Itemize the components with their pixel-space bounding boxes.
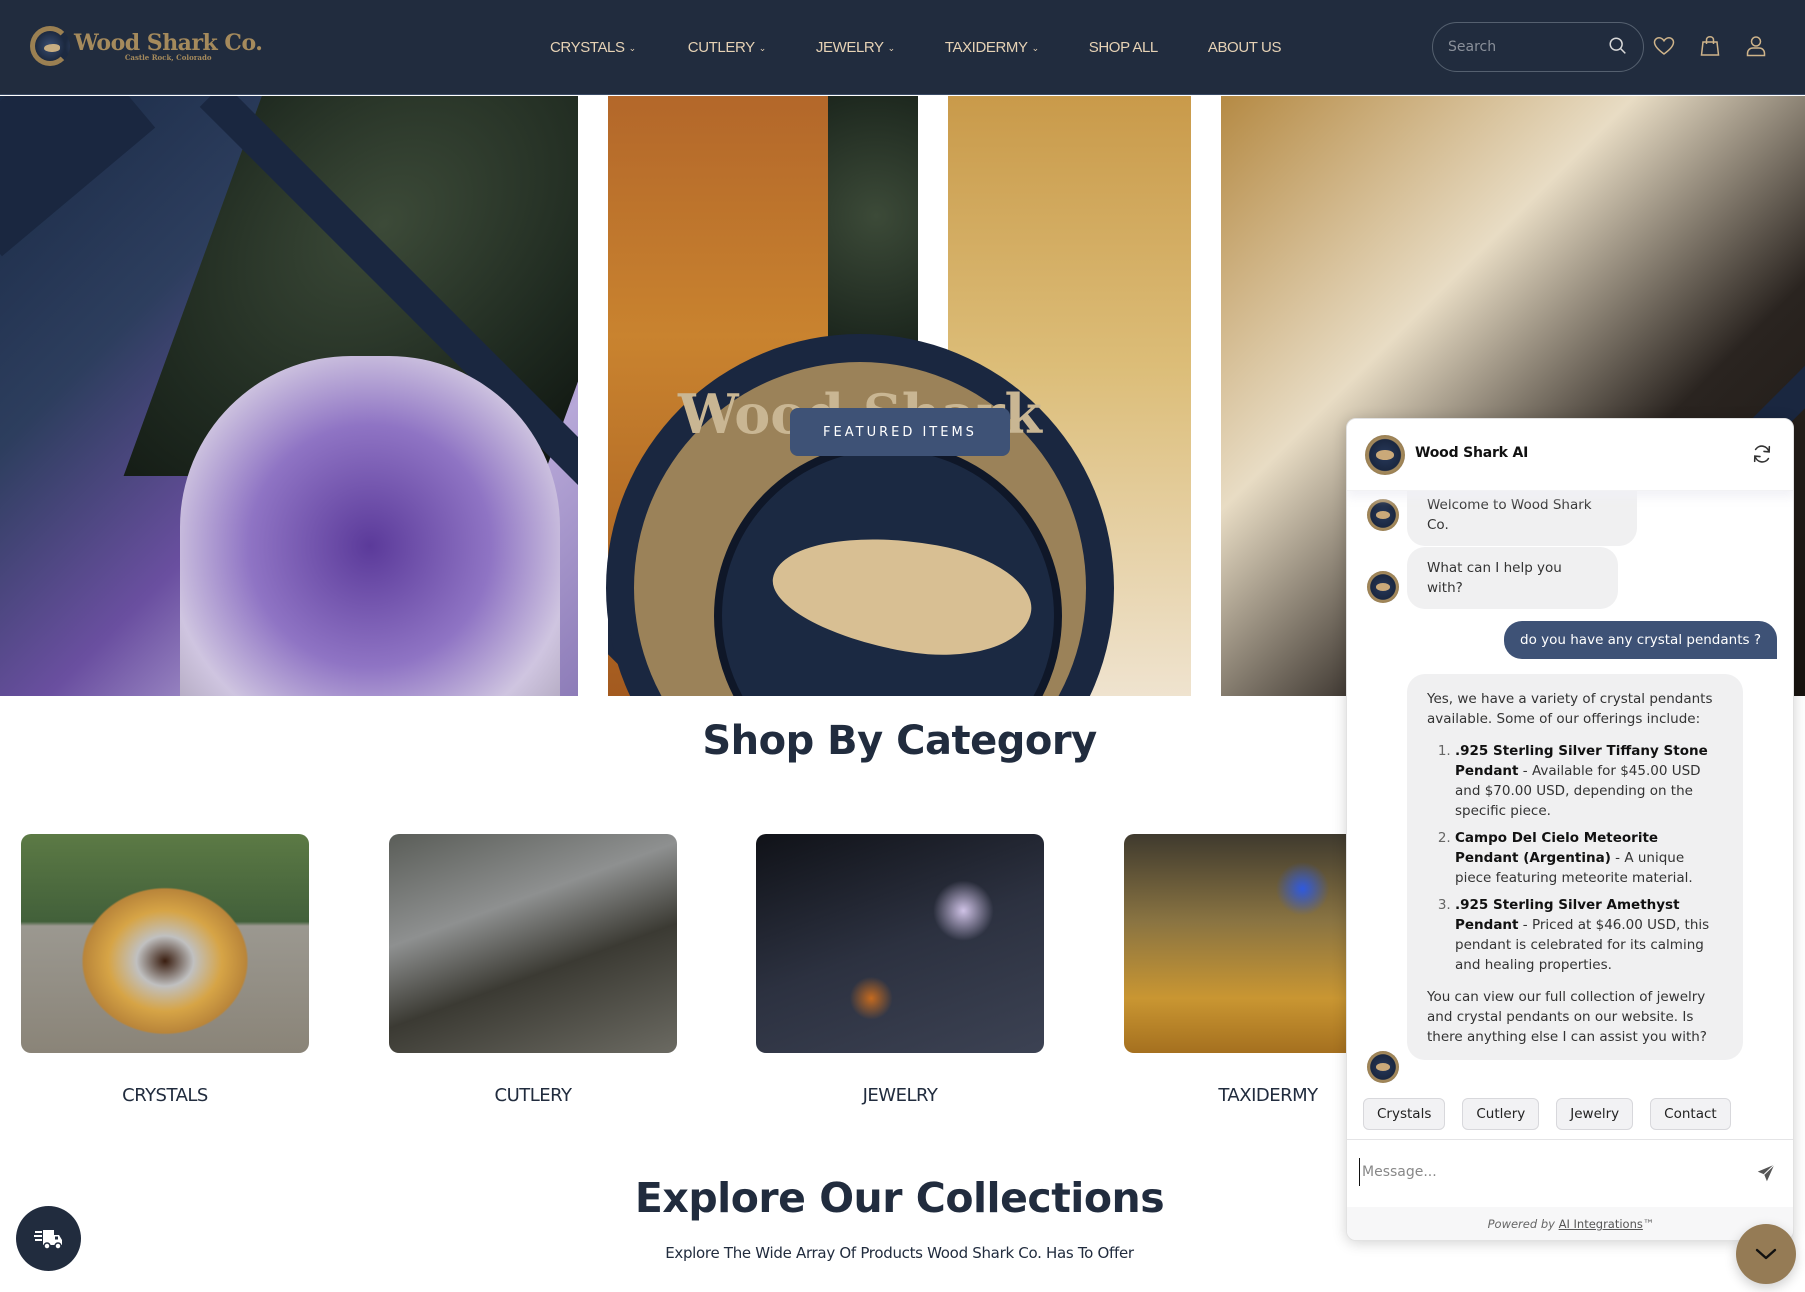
chat-toggle-button[interactable] xyxy=(1736,1224,1796,1284)
refresh-icon[interactable] xyxy=(1751,443,1773,465)
shark-icon xyxy=(764,518,1040,672)
category-card-cutlery[interactable] xyxy=(389,834,677,1053)
category-card-crystals[interactable] xyxy=(21,834,309,1053)
chevron-down-icon: ⌄ xyxy=(758,43,767,53)
nav-crystals[interactable]: CRYSTALS ⌄ xyxy=(550,39,636,56)
site-header: Wood Shark Co. Castle Rock, Colorado CRY… xyxy=(0,0,1805,95)
chat-header: Wood Shark AI xyxy=(1347,419,1793,491)
main-nav: CRYSTALS ⌄ CUTLERY ⌄ JEWELRY ⌄ TAXIDERMY… xyxy=(550,0,1331,95)
bot-message: Yes, we have a variety of crystal pendan… xyxy=(1407,674,1743,1060)
chevron-down-icon: ⌄ xyxy=(628,43,637,53)
chat-composer xyxy=(1347,1139,1793,1207)
category-label-cutlery[interactable]: CUTLERY xyxy=(389,1085,677,1106)
bot-message: What can I help you with? xyxy=(1407,547,1618,609)
bot-message: Welcome to Wood Shark Co. xyxy=(1407,483,1637,546)
nav-shop-all[interactable]: SHOP ALL xyxy=(1089,39,1158,56)
quick-reply-cutlery[interactable]: Cutlery xyxy=(1462,1098,1540,1130)
heart-icon[interactable] xyxy=(1652,33,1676,59)
product-list: .925 Sterling Silver Tiffany Stone Penda… xyxy=(1427,741,1723,975)
chevron-down-icon: ⌄ xyxy=(887,43,896,53)
hero-panel-crystals[interactable] xyxy=(0,96,578,696)
delivery-button[interactable] xyxy=(16,1206,81,1271)
quick-reply-jewelry[interactable]: Jewelry xyxy=(1556,1098,1634,1130)
ai-integrations-link[interactable]: AI Integrations xyxy=(1559,1217,1643,1231)
chat-title: Wood Shark AI xyxy=(1415,445,1529,461)
send-icon[interactable] xyxy=(1755,1162,1777,1184)
quick-replies: Crystals Cutlery Jewelry Contact xyxy=(1363,1098,1748,1130)
product-list-item: Campo Del Cielo Meteorite Pendant (Argen… xyxy=(1455,828,1723,888)
search-input[interactable] xyxy=(1448,39,1598,55)
chevron-down-icon xyxy=(1755,1248,1777,1260)
featured-items-button[interactable]: FEATURED ITEMS xyxy=(790,408,1010,456)
nav-about-us[interactable]: ABOUT US xyxy=(1208,39,1282,56)
category-card-jewelry[interactable] xyxy=(756,834,1044,1053)
bot-avatar xyxy=(1367,571,1399,603)
shopping-bag-icon[interactable] xyxy=(1698,33,1722,59)
nav-jewelry[interactable]: JEWELRY ⌄ xyxy=(816,39,895,56)
user-message: do you have any crystal pendants ? xyxy=(1504,621,1777,659)
user-icon[interactable] xyxy=(1744,33,1768,59)
chat-messages[interactable]: Welcome to Wood Shark Co. What can I hel… xyxy=(1347,483,1793,1093)
shark-emblem: Wood Shark Co. xyxy=(606,334,1114,696)
chat-widget: Wood Shark AI Welcome to Wood Shark Co. … xyxy=(1346,418,1794,1241)
product-list-item: .925 Sterling Silver Tiffany Stone Penda… xyxy=(1455,741,1723,821)
quick-reply-crystals[interactable]: Crystals xyxy=(1363,1098,1446,1130)
chat-avatar xyxy=(1365,435,1405,475)
logo-subtitle: Castle Rock, Colorado xyxy=(124,52,212,62)
search-icon[interactable] xyxy=(1607,35,1629,57)
bot-avatar xyxy=(1367,499,1399,531)
message-input[interactable] xyxy=(1359,1158,1719,1186)
category-label-jewelry[interactable]: JEWELRY xyxy=(756,1085,1044,1106)
nav-cutlery[interactable]: CUTLERY ⌄ xyxy=(688,39,767,56)
hero-amethyst-image xyxy=(180,356,560,696)
explore-collections-subtitle: Explore The Wide Array Of Products Wood … xyxy=(665,1244,1134,1262)
bot-avatar xyxy=(1367,1051,1399,1083)
product-list-item: .925 Sterling Silver Amethyst Pendant - … xyxy=(1455,895,1723,975)
shark-emblem-icon xyxy=(30,26,70,66)
nav-taxidermy[interactable]: TAXIDERMY ⌄ xyxy=(945,39,1039,56)
delivery-truck-icon xyxy=(33,1229,62,1250)
category-label-crystals[interactable]: CRYSTALS xyxy=(21,1085,309,1106)
quick-reply-contact[interactable]: Contact xyxy=(1650,1098,1731,1130)
chat-footer: Powered by AI Integrations™ xyxy=(1347,1207,1793,1240)
chevron-down-icon: ⌄ xyxy=(1031,43,1040,53)
logo-title: Wood Shark Co. xyxy=(74,29,263,56)
search-box xyxy=(1432,22,1644,72)
logo[interactable]: Wood Shark Co. Castle Rock, Colorado xyxy=(30,26,263,66)
